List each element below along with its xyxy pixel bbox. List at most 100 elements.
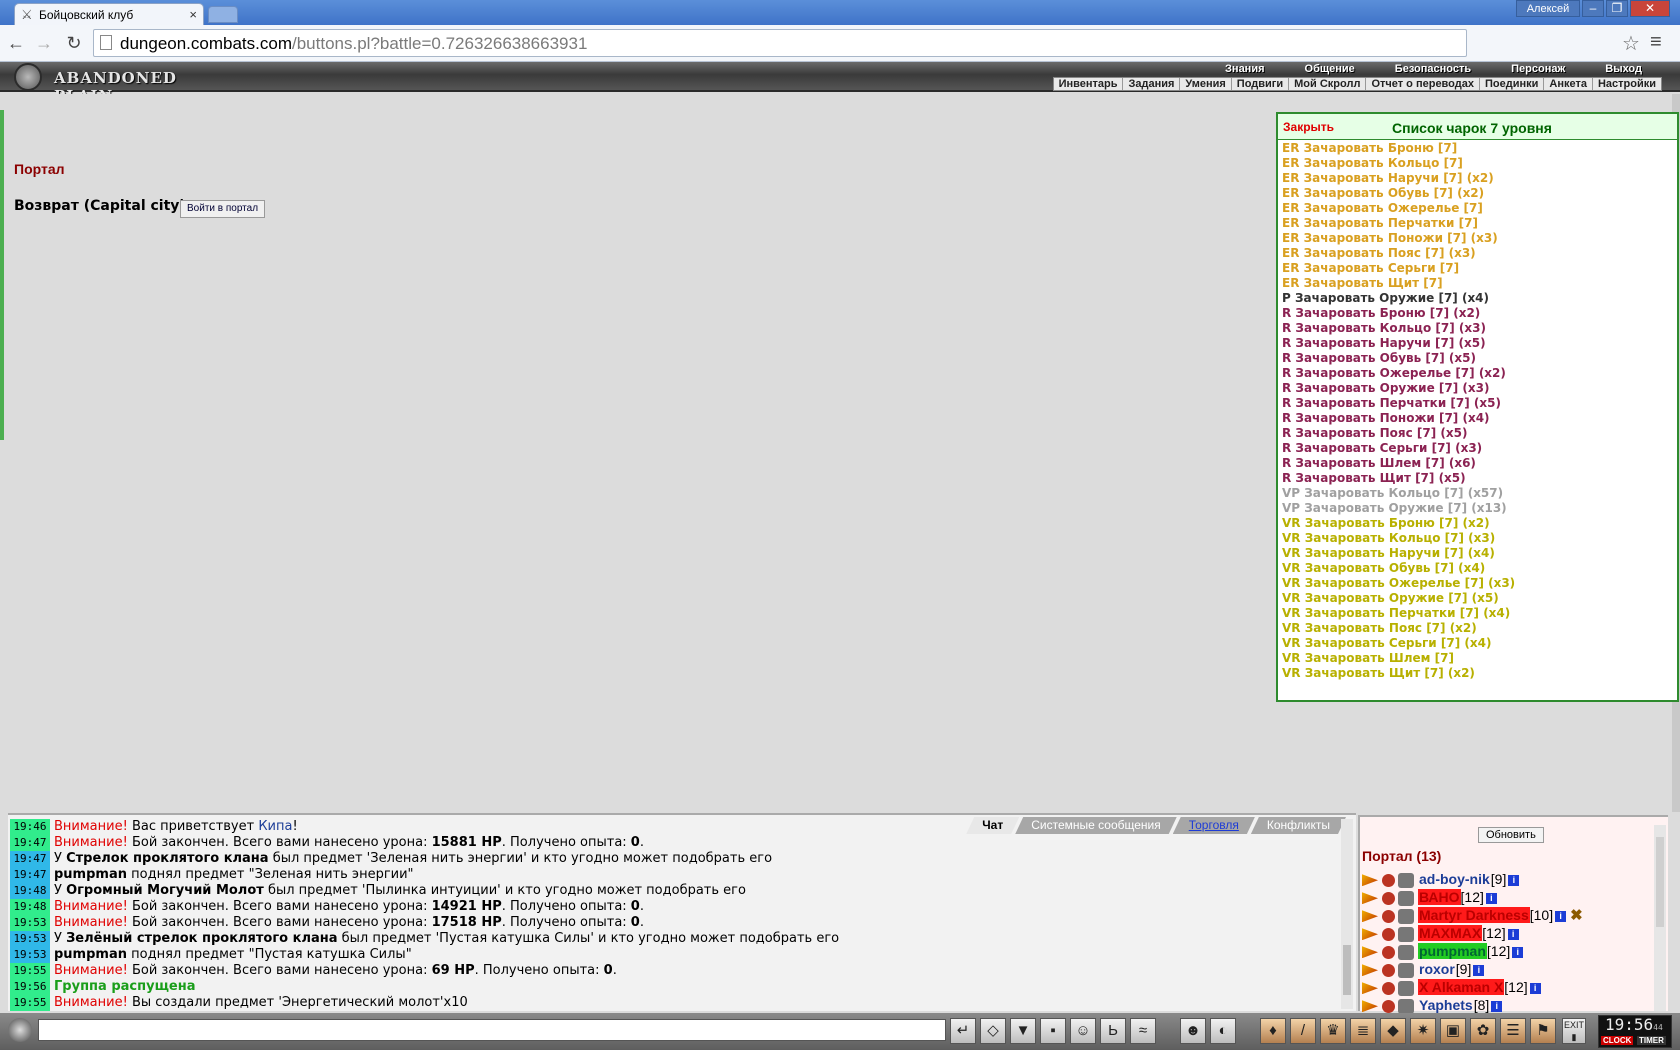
back-icon[interactable]: ← — [4, 31, 28, 55]
user-name[interactable]: Martyr Darkness — [1418, 907, 1530, 923]
menu-knowledge[interactable]: Знания — [1205, 63, 1284, 76]
private-message-icon[interactable] — [1362, 964, 1378, 977]
browser-menu-icon[interactable]: ≡ — [1650, 31, 1662, 54]
paw-icon[interactable]: ✿ — [1470, 1018, 1496, 1044]
menu-exit[interactable]: Выход — [1585, 63, 1662, 76]
chat-timestamp[interactable]: 19:48 — [10, 899, 50, 915]
helmet-icon[interactable]: ◐ — [1210, 1018, 1236, 1044]
chat-input[interactable] — [38, 1019, 946, 1041]
online-scrollbar[interactable] — [1654, 825, 1666, 1011]
charm-item[interactable]: ER Зачаровать Наручи [7] (x2) — [1282, 171, 1677, 186]
private-message-icon[interactable] — [1362, 1000, 1378, 1013]
submenu-quests[interactable]: Задания — [1123, 78, 1181, 90]
charm-item[interactable]: ER Зачаровать Щит [7] — [1282, 276, 1677, 291]
charm-close-button[interactable]: Закрыть — [1283, 120, 1334, 134]
browser-user-name[interactable]: Алексей — [1516, 0, 1580, 17]
chat-mode-icon[interactable] — [8, 1018, 32, 1042]
charm-item[interactable]: VP Зачаровать Кольцо [7] (x57) — [1282, 486, 1677, 501]
chat-timestamp[interactable]: 19:55 — [10, 995, 50, 1011]
translit-icon[interactable]: Ь — [1100, 1018, 1126, 1044]
charm-item[interactable]: R Зачаровать Шлем [7] (x6) — [1282, 456, 1677, 471]
charm-item[interactable]: VR Зачаровать Серьги [7] (x4) — [1282, 636, 1677, 651]
charm-item[interactable]: VR Зачаровать Щит [7] (x2) — [1282, 666, 1677, 681]
submenu-transfer-report[interactable]: Отчет о переводах — [1366, 78, 1480, 90]
charm-item[interactable]: R Зачаровать Броню [7] (x2) — [1282, 306, 1677, 321]
close-tab-icon[interactable]: × — [189, 7, 197, 22]
chat-sender-name[interactable]: Кипа — [258, 819, 292, 834]
chat-timestamp[interactable]: 19:56 — [10, 979, 50, 995]
minimize-icon[interactable]: – — [1582, 0, 1604, 17]
chat-timestamp[interactable]: 19:47 — [10, 867, 50, 883]
eraser-icon[interactable]: ◇ — [980, 1018, 1006, 1044]
restore-icon[interactable]: ❐ — [1606, 0, 1628, 17]
charm-item[interactable]: ER Зачаровать Броню [7] — [1282, 141, 1677, 156]
exit-button[interactable]: EXIT ▮ — [1562, 1018, 1586, 1044]
private-message-icon[interactable] — [1362, 946, 1378, 959]
charm-item[interactable]: R Зачаровать Кольцо [7] (x3) — [1282, 321, 1677, 336]
charm-item[interactable]: VR Зачаровать Обувь [7] (x4) — [1282, 561, 1677, 576]
user-name[interactable]: X Alkaman X — [1418, 979, 1505, 995]
beast-icon[interactable]: ◆ — [1380, 1018, 1406, 1044]
submenu-skills[interactable]: Умения — [1180, 78, 1232, 90]
chat-timestamp[interactable]: 19:53 — [10, 915, 50, 931]
menu-character[interactable]: Персонаж — [1491, 63, 1585, 76]
chat-scrollbar-thumb[interactable] — [1343, 945, 1351, 995]
charm-item[interactable]: R Зачаровать Пояс [7] (x5) — [1282, 426, 1677, 441]
charm-item[interactable]: R Зачаровать Обувь [7] (x5) — [1282, 351, 1677, 366]
charm-item[interactable]: R Зачаровать Наручи [7] (x5) — [1282, 336, 1677, 351]
submenu-achievements[interactable]: Подвиги — [1232, 78, 1290, 90]
save-log-icon[interactable]: ▪ — [1040, 1018, 1066, 1044]
charm-item[interactable]: P Зачаровать Оружие [7] (x4) — [1282, 291, 1677, 306]
person-icon[interactable]: ☺ — [1070, 1018, 1096, 1044]
charm-item[interactable]: R Зачаровать Оружие [7] (x3) — [1282, 381, 1677, 396]
reload-icon[interactable]: ↻ — [62, 31, 86, 55]
private-message-icon[interactable] — [1362, 892, 1378, 905]
charm-item[interactable]: VR Зачаровать Оружие [7] (x5) — [1282, 591, 1677, 606]
browser-tab[interactable]: ⚔ Бойцовский клуб × — [14, 3, 204, 25]
submenu-duels[interactable]: Поединки — [1480, 78, 1545, 90]
user-info-icon[interactable]: i — [1555, 910, 1567, 922]
chat-timestamp[interactable]: 19:48 — [10, 883, 50, 899]
chat-timestamp[interactable]: 19:47 — [10, 835, 50, 851]
charm-item[interactable]: VR Зачаровать Ожерелье [7] (x3) — [1282, 576, 1677, 591]
charm-item[interactable]: R Зачаровать Поножи [7] (x4) — [1282, 411, 1677, 426]
forward-icon[interactable]: → — [32, 31, 56, 55]
user-name[interactable]: ВАНО — [1418, 889, 1461, 905]
submenu-profile[interactable]: Анкета — [1544, 78, 1593, 90]
private-message-icon[interactable] — [1362, 982, 1378, 995]
charm-item[interactable]: ER Зачаровать Ожерелье [7] — [1282, 201, 1677, 216]
close-window-icon[interactable]: ✕ — [1630, 0, 1670, 17]
charm-item[interactable]: VR Зачаровать Пояс [7] (x2) — [1282, 621, 1677, 636]
gift-icon[interactable]: ▣ — [1440, 1018, 1466, 1044]
refresh-button[interactable]: Обновить — [1478, 827, 1544, 843]
chat-scrollbar[interactable] — [1341, 819, 1353, 1009]
online-scrollbar-thumb[interactable] — [1656, 837, 1664, 927]
menu-security[interactable]: Безопасность — [1375, 63, 1491, 76]
user-info-icon[interactable]: i — [1529, 982, 1541, 994]
charm-item[interactable]: VR Зачаровать Броню [7] (x2) — [1282, 516, 1677, 531]
charm-item[interactable]: R Зачаровать Щит [7] (x5) — [1282, 471, 1677, 486]
charm-item[interactable]: VR Зачаровать Перчатки [7] (x4) — [1282, 606, 1677, 621]
clock-timer[interactable]: 19:5644 CLOCK TIMER — [1598, 1015, 1672, 1048]
charm-item[interactable]: VR Зачаровать Кольцо [7] (x3) — [1282, 531, 1677, 546]
attack-icon[interactable]: ✖ — [1570, 907, 1583, 924]
charm-item[interactable]: VR Зачаровать Наручи [7] (x4) — [1282, 546, 1677, 561]
new-tab-button[interactable] — [208, 6, 238, 23]
private-message-icon[interactable] — [1362, 928, 1378, 941]
menu-communication[interactable]: Общение — [1285, 63, 1375, 76]
user-name[interactable]: pumpman — [1418, 943, 1487, 959]
bookmark-star-icon[interactable]: ☆ — [1622, 31, 1640, 56]
charm-item[interactable]: ER Зачаровать Обувь [7] (x2) — [1282, 186, 1677, 201]
charm-item[interactable]: VR Зачаровать Шлем [7] — [1282, 651, 1677, 666]
charm-item[interactable]: VP Зачаровать Оружие [7] (x13) — [1282, 501, 1677, 516]
charm-item[interactable]: ER Зачаровать Серьги [7] — [1282, 261, 1677, 276]
user-info-icon[interactable]: i — [1508, 874, 1520, 886]
enter-portal-button[interactable]: Войти в портал — [180, 200, 266, 218]
send-icon[interactable]: ↵ — [950, 1018, 976, 1044]
user-name[interactable]: Yaphets — [1418, 997, 1474, 1013]
user-info-icon[interactable]: i — [1473, 964, 1485, 976]
chat-timestamp[interactable]: 19:46 — [10, 819, 50, 835]
charm-item[interactable]: R Зачаровать Серьги [7] (x3) — [1282, 441, 1677, 456]
address-bar[interactable]: dungeon.combats.com/buttons.pl?battle=0.… — [93, 29, 1467, 57]
submenu-my-scroll[interactable]: Мой Скролл — [1289, 78, 1367, 90]
